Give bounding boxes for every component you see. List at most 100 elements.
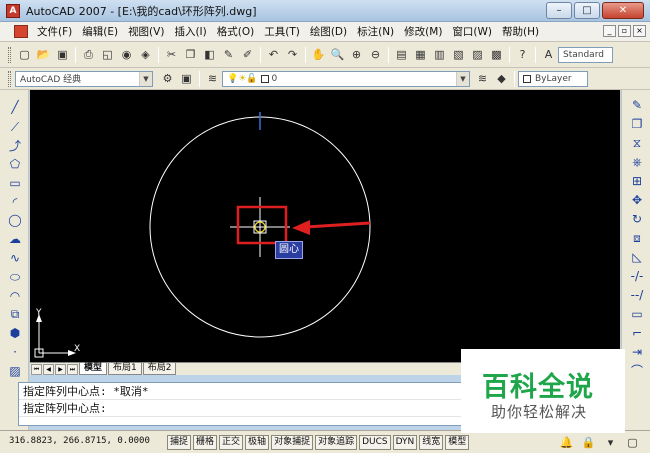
maximize-button[interactable]: □	[574, 2, 600, 19]
print-preview-icon[interactable]: ◱	[99, 46, 116, 63]
design-center-icon[interactable]: ▦	[412, 46, 429, 63]
break-icon[interactable]: ▭	[628, 305, 646, 323]
erase-icon[interactable]: ✎	[628, 96, 646, 114]
rectangle-icon[interactable]: ▭	[6, 174, 24, 192]
zoom-window-icon[interactable]: ⊕	[348, 46, 365, 63]
make-layer-current-icon[interactable]: ≋	[474, 70, 491, 87]
linetype-select[interactable]: ByLayer	[518, 70, 588, 87]
circle-icon[interactable]: ◯	[6, 211, 24, 229]
grid-toggle[interactable]: 栅格	[193, 434, 218, 450]
insert-block-icon[interactable]: ⧉	[6, 305, 24, 323]
toolbar-grip[interactable]	[8, 70, 11, 87]
coordinate-readout[interactable]: 316.8823, 266.8715, 0.0000	[0, 434, 165, 450]
arc-icon[interactable]: ◜	[6, 193, 24, 211]
revision-cloud-icon[interactable]: ☁	[6, 230, 24, 248]
otrack-toggle[interactable]: 对象追踪	[315, 434, 358, 450]
last-tab-icon[interactable]: ⏭	[67, 363, 78, 375]
open-file-icon[interactable]: 📂	[35, 46, 52, 63]
polar-toggle[interactable]: 极轴	[245, 434, 270, 450]
doc-minimize-button[interactable]: _	[603, 25, 616, 37]
calculator-icon[interactable]: ▩	[488, 46, 505, 63]
document-menu-icon[interactable]	[14, 25, 28, 38]
paste-icon[interactable]: ◧	[201, 46, 218, 63]
menu-tools[interactable]: 工具(T)	[259, 24, 305, 39]
make-block-icon[interactable]: ⬢	[6, 324, 24, 342]
first-tab-icon[interactable]: ⏮	[31, 363, 42, 375]
menu-help[interactable]: 帮助(H)	[497, 24, 544, 39]
ellipse-icon[interactable]: ⬭	[6, 268, 24, 286]
clean-screen-icon[interactable]: ▢	[624, 434, 641, 451]
menu-format[interactable]: 格式(O)	[212, 24, 259, 39]
array-icon[interactable]: ⊞	[628, 172, 646, 190]
zoom-previous-icon[interactable]: ⊖	[367, 46, 384, 63]
layer-manager-icon[interactable]: ≋	[204, 70, 221, 87]
snap-toggle[interactable]: 捕捉	[167, 434, 192, 450]
layer-select[interactable]: 💡 ☀ 🔓 0 ▼	[222, 70, 470, 87]
dyn-toggle[interactable]: DYN	[392, 434, 418, 450]
doc-restore-button[interactable]: ▫	[618, 25, 631, 37]
autocad-app-icon[interactable]: A	[6, 3, 20, 18]
spline-icon[interactable]: ∿	[6, 249, 24, 267]
cut-icon[interactable]: ✂	[163, 46, 180, 63]
tab-layout1[interactable]: 布局1	[108, 363, 142, 375]
help-icon[interactable]: ?	[514, 46, 531, 63]
lock-toolbar-icon[interactable]: 🔒	[580, 434, 597, 451]
model-toggle[interactable]: 模型	[445, 434, 470, 450]
menu-modify[interactable]: 修改(M)	[399, 24, 447, 39]
chevron-down-icon[interactable]: ▼	[139, 71, 152, 86]
workspace-select[interactable]: AutoCAD 经典 ▼	[15, 70, 153, 87]
toolbar-grip[interactable]	[8, 46, 11, 63]
properties-icon[interactable]: ▤	[393, 46, 410, 63]
print-icon[interactable]: ⎙	[80, 46, 97, 63]
copy-object-icon[interactable]: ❐	[628, 115, 646, 133]
hatch-icon[interactable]: ▨	[6, 362, 24, 380]
publish-icon[interactable]: ◉	[118, 46, 135, 63]
tab-model[interactable]: 模型	[79, 363, 108, 375]
ducs-toggle[interactable]: DUCS	[359, 434, 391, 450]
chevron-down-icon[interactable]: ▼	[456, 71, 469, 86]
point-icon[interactable]: ·	[6, 343, 24, 361]
join-icon[interactable]: ⇥	[628, 343, 646, 361]
stretch-icon[interactable]: ◺	[628, 248, 646, 266]
osnap-toggle[interactable]: 对象捕捉	[271, 434, 314, 450]
match-properties-icon[interactable]: ✎	[220, 46, 237, 63]
line-icon[interactable]: ╱	[6, 98, 24, 116]
scale-icon[interactable]: ⧈	[628, 229, 646, 247]
ellipse-arc-icon[interactable]: ◠	[6, 287, 24, 305]
undo-icon[interactable]: ↶	[265, 46, 282, 63]
chamfer-icon[interactable]: ⌐	[628, 324, 646, 342]
tool-palettes-icon[interactable]: ▥	[431, 46, 448, 63]
lineweight-toggle[interactable]: 线宽	[419, 434, 444, 450]
mirror-icon[interactable]: ⧖	[628, 134, 646, 152]
markup-icon[interactable]: ▨	[469, 46, 486, 63]
save-icon[interactable]: ▣	[54, 46, 71, 63]
menu-file[interactable]: 文件(F)	[32, 24, 77, 39]
menu-draw[interactable]: 绘图(D)	[305, 24, 352, 39]
menu-window[interactable]: 窗口(W)	[447, 24, 497, 39]
close-button[interactable]: ✕	[602, 2, 644, 19]
copy-icon[interactable]: ❐	[182, 46, 199, 63]
trim-icon[interactable]: -/-	[628, 267, 646, 285]
menu-insert[interactable]: 插入(I)	[169, 24, 211, 39]
ortho-toggle[interactable]: 正交	[219, 434, 244, 450]
sheet-set-icon[interactable]: ▧	[450, 46, 467, 63]
status-menu-icon[interactable]: ▾	[602, 434, 619, 451]
block-editor-icon[interactable]: ✐	[239, 46, 256, 63]
text-style-select[interactable]: Standard	[558, 46, 613, 63]
pan-icon[interactable]: ✋	[310, 46, 327, 63]
next-tab-icon[interactable]: ▶	[55, 363, 66, 375]
offset-icon[interactable]: ⎈	[628, 153, 646, 171]
doc-close-button[interactable]: ×	[633, 25, 646, 37]
prev-tab-icon[interactable]: ◀	[43, 363, 54, 375]
text-style-icon[interactable]: A	[540, 46, 557, 63]
polyline-icon[interactable]: ⤴	[6, 137, 24, 155]
extend-icon[interactable]: --/	[628, 286, 646, 304]
tab-layout2[interactable]: 布局2	[142, 363, 177, 375]
fillet-icon[interactable]: ⌒	[628, 362, 646, 380]
menu-edit[interactable]: 编辑(E)	[77, 24, 123, 39]
new-file-icon[interactable]: ▢	[16, 46, 33, 63]
workspace-settings-icon[interactable]: ⚙	[159, 70, 176, 87]
rotate-icon[interactable]: ↻	[628, 210, 646, 228]
3d-publish-icon[interactable]: ◈	[137, 46, 154, 63]
menu-view[interactable]: 视图(V)	[123, 24, 169, 39]
